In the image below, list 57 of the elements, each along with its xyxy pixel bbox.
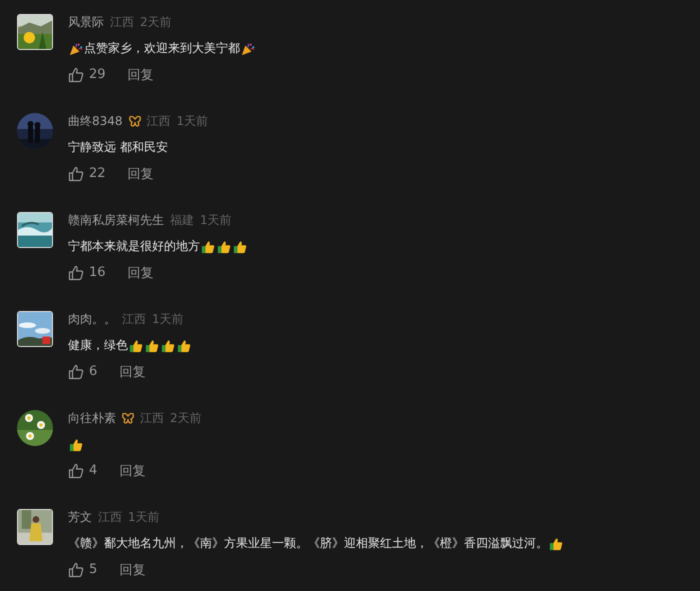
party-popper-icon	[241, 42, 255, 56]
user-name[interactable]: 赣南私房菜柯先生	[68, 212, 164, 229]
timestamp: 1天前	[176, 113, 208, 130]
like-count: 5	[89, 562, 98, 577]
timestamp: 1天前	[152, 311, 184, 328]
reply-link[interactable]: 回复	[128, 66, 154, 84]
comment-text: 点赞家乡，欢迎来到大美宁都	[84, 40, 240, 57]
thumbs-up-icon	[129, 338, 143, 352]
thumbs-up-icon	[145, 338, 159, 352]
thumbs-up-icon	[201, 240, 215, 254]
location: 福建	[170, 212, 194, 229]
location: 江西	[110, 14, 134, 31]
like-icon[interactable]	[68, 562, 84, 578]
thumbs-up-icon	[549, 536, 563, 550]
location: 江西	[122, 311, 146, 328]
reply-link[interactable]: 回复	[119, 462, 146, 480]
like-icon[interactable]	[68, 264, 84, 280]
thumbs-up-icon	[177, 338, 191, 352]
timestamp: 2天前	[140, 14, 172, 31]
user-name[interactable]: 肉肉。。	[68, 311, 116, 328]
like-count: 4	[89, 463, 98, 478]
avatar[interactable]	[17, 509, 53, 545]
like-count: 22	[89, 166, 106, 181]
comment-text: 宁都本来就是很好的地方	[68, 238, 200, 255]
comment-text: 健康，绿色	[68, 337, 128, 354]
like-count: 6	[89, 364, 98, 379]
timestamp: 1天前	[200, 212, 232, 229]
comment-text: 宁静致远 都和民安	[68, 139, 168, 156]
like-icon[interactable]	[68, 166, 84, 182]
reply-link[interactable]: 回复	[119, 560, 146, 578]
timestamp: 1天前	[128, 509, 160, 526]
thumbs-up-icon	[161, 338, 175, 352]
like-count: 29	[89, 67, 106, 82]
reply-link[interactable]: 回复	[128, 264, 154, 282]
location: 江西	[146, 113, 171, 130]
like-icon[interactable]	[68, 66, 84, 82]
reply-link[interactable]: 回复	[128, 164, 154, 182]
reply-link[interactable]: 回复	[119, 362, 146, 380]
user-name[interactable]: 曲终8348	[68, 113, 123, 130]
user-name[interactable]: 芳文	[68, 509, 92, 526]
thumbs-up-icon	[69, 438, 83, 452]
user-name[interactable]: 风景际	[68, 14, 104, 31]
user-name[interactable]: 向往朴素	[68, 410, 116, 427]
avatar[interactable]	[17, 14, 53, 50]
like-icon[interactable]	[68, 462, 84, 478]
thumbs-up-icon	[233, 240, 247, 254]
party-popper-icon	[69, 42, 83, 56]
like-count: 16	[89, 265, 106, 280]
avatar[interactable]	[17, 410, 53, 446]
avatar[interactable]	[17, 212, 53, 248]
like-icon[interactable]	[68, 364, 84, 380]
thumbs-up-icon	[217, 240, 231, 254]
avatar[interactable]	[17, 311, 53, 347]
location: 江西	[140, 410, 164, 427]
location: 江西	[98, 509, 122, 526]
comment-text: 《赣》鄱大地名九州，《南》方果业星一颗。《脐》迎相聚红土地，《橙》香四溢飘过河。	[68, 535, 548, 552]
timestamp: 2天前	[170, 410, 202, 427]
